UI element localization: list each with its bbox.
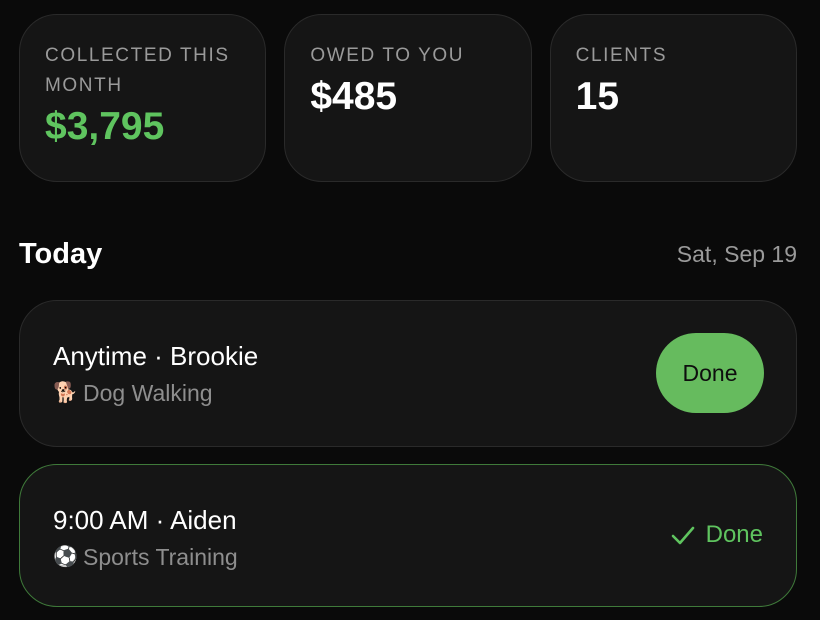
stat-label-owed: OWED TO YOU bbox=[310, 45, 465, 66]
appointment-details: 9:00 AM · Aiden ⚽ Sports Training bbox=[53, 503, 238, 573]
dashboard: COLLECTED THIS MONTH $3,795 OWED TO YOU … bbox=[0, 0, 820, 620]
section-title: Today bbox=[19, 237, 103, 270]
soccer-ball-icon: ⚽ bbox=[53, 546, 78, 568]
done-status[interactable]: Done bbox=[670, 521, 763, 549]
appointment-title: Anytime · Brookie bbox=[53, 341, 259, 371]
stat-card-collected: COLLECTED THIS MONTH $3,795 bbox=[19, 14, 267, 182]
appointment-card[interactable]: Anytime · Brookie 🐕 Dog Walking Done bbox=[19, 300, 797, 447]
stat-value-collected: $3,795 bbox=[45, 105, 165, 148]
appointment-title: 9:00 AM · Aiden bbox=[53, 505, 237, 535]
stat-label-collected: COLLECTED THIS MONTH bbox=[45, 45, 230, 96]
appointment-service-label: Dog Walking bbox=[83, 380, 213, 406]
appointment-card[interactable]: 9:00 AM · Aiden ⚽ Sports Training Done bbox=[19, 464, 797, 607]
dog-icon: 🐕 bbox=[53, 382, 78, 404]
stat-card-clients: CLIENTS 15 bbox=[549, 14, 797, 182]
stat-value-clients: 15 bbox=[575, 75, 620, 118]
stat-value-owed: $485 bbox=[310, 75, 398, 118]
appointment-service-label: Sports Training bbox=[83, 544, 238, 570]
section-date: Sat, Sep 19 bbox=[676, 240, 797, 267]
done-button[interactable]: Done bbox=[656, 333, 764, 413]
check-icon bbox=[671, 526, 694, 545]
appointment-service: ⚽ Sports Training bbox=[53, 541, 238, 573]
done-status-label: Done bbox=[705, 521, 763, 548]
stat-card-owed: OWED TO YOU $485 bbox=[284, 14, 532, 182]
appointment-service: 🐕 Dog Walking bbox=[53, 377, 258, 409]
today-header: Today Sat, Sep 19 bbox=[19, 232, 797, 276]
stat-label-clients: CLIENTS bbox=[575, 45, 668, 66]
stats-row: COLLECTED THIS MONTH $3,795 OWED TO YOU … bbox=[19, 14, 797, 182]
appointment-details: Anytime · Brookie 🐕 Dog Walking bbox=[53, 339, 258, 409]
